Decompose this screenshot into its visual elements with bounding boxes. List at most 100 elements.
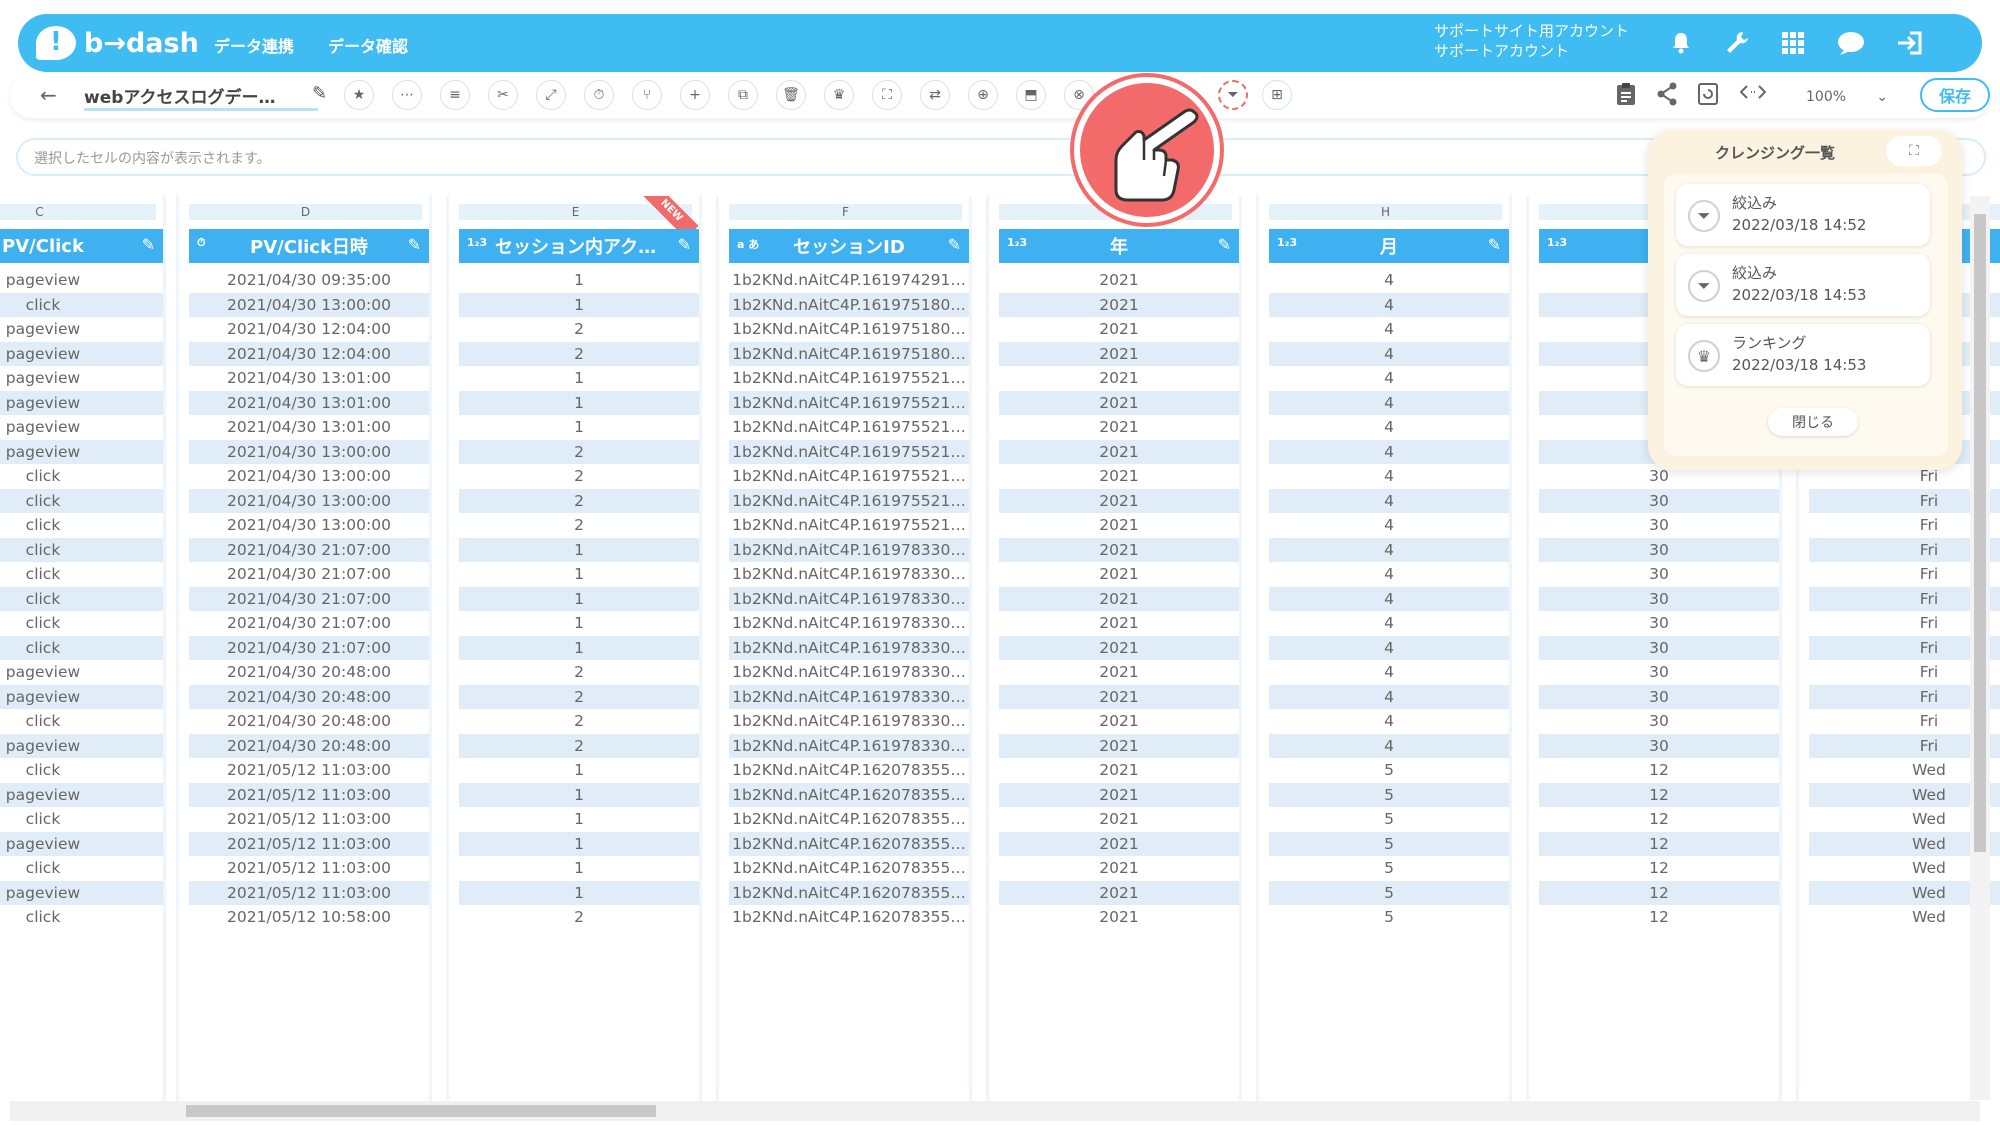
table-cell[interactable]: 12 — [1539, 807, 1779, 831]
table-cell[interactable]: 1b2KNd.nAitC4P.161978330… — [729, 611, 969, 635]
table-cell[interactable]: 1b2KNd.nAitC4P.161975521… — [729, 464, 969, 488]
table-cell[interactable]: 2021/05/12 11:03:00 — [189, 807, 429, 831]
table-cell[interactable]: 1b2KNd.nAitC4P.161978330… — [729, 684, 969, 709]
favorite-icon[interactable]: ★ — [344, 80, 374, 110]
table-cell[interactable]: 1b2KNd.nAitC4P.161978330… — [729, 562, 969, 586]
table-cell[interactable]: click — [0, 537, 163, 562]
table-cell[interactable]: 2021 — [999, 586, 1239, 611]
table-cell[interactable]: 5 — [1269, 758, 1509, 782]
table-cell[interactable]: 2021 — [999, 537, 1239, 562]
table-cell[interactable]: 2021 — [999, 317, 1239, 341]
table-cell[interactable]: pageview — [0, 390, 163, 415]
table-cell[interactable]: 2021 — [999, 513, 1239, 537]
edit-column-icon[interactable]: ✎ — [1218, 235, 1231, 254]
table-cell[interactable]: 2021/04/30 21:07:00 — [189, 635, 429, 660]
table-cell[interactable]: 2021 — [999, 782, 1239, 807]
table-cell[interactable]: 1 — [459, 635, 699, 660]
table-cell[interactable]: 5 — [1269, 905, 1509, 929]
delete-icon[interactable]: 🗑 — [776, 80, 806, 110]
table-cell[interactable]: 4 — [1269, 684, 1509, 709]
table-cell[interactable]: 2021/04/30 13:00:00 — [189, 488, 429, 513]
table-cell[interactable]: 2 — [459, 464, 699, 488]
table-cell[interactable]: 30 — [1539, 537, 1779, 562]
table-cell[interactable]: 2 — [459, 317, 699, 341]
table-cell[interactable]: 1b2KNd.nAitC4P.161975521… — [729, 513, 969, 537]
table-cell[interactable]: 2021 — [999, 611, 1239, 635]
table-cell[interactable]: 12 — [1539, 782, 1779, 807]
table-cell[interactable]: 1 — [459, 807, 699, 831]
bdash-logo[interactable]: b→dash — [36, 22, 199, 64]
table-cell[interactable]: 1 — [459, 562, 699, 586]
table-cell[interactable]: 2021 — [999, 464, 1239, 488]
table-cell[interactable]: 4 — [1269, 635, 1509, 660]
table-cell[interactable]: 2021/05/12 11:03:00 — [189, 758, 429, 782]
table-cell[interactable]: 2021/04/30 13:00:00 — [189, 439, 429, 464]
table-cell[interactable]: 4 — [1269, 562, 1509, 586]
table-cell[interactable]: 1b2KNd.nAitC4P.161978330… — [729, 660, 969, 684]
table-cell[interactable]: 2021/04/30 20:48:00 — [189, 733, 429, 758]
edit-column-icon[interactable]: ✎ — [408, 235, 421, 254]
table-cell[interactable]: 5 — [1269, 880, 1509, 905]
table-cell[interactable]: 1 — [459, 586, 699, 611]
file-name-field[interactable]: webアクセスログデー… — [84, 83, 318, 111]
table-cell[interactable]: 2021/04/30 21:07:00 — [189, 562, 429, 586]
table-cell[interactable]: pageview — [0, 415, 163, 439]
table-cell[interactable]: pageview — [0, 733, 163, 758]
table-cell[interactable]: 2021/04/30 13:00:00 — [189, 464, 429, 488]
table-cell[interactable]: 1 — [459, 292, 699, 317]
table-cell[interactable]: 4 — [1269, 488, 1509, 513]
table-cell[interactable]: 4 — [1269, 611, 1509, 635]
table-cell[interactable]: 4 — [1269, 317, 1509, 341]
table-cell[interactable]: 4 — [1269, 709, 1509, 733]
add-column-icon[interactable]: + — [680, 80, 710, 110]
table-cell[interactable]: 2021 — [999, 366, 1239, 390]
menu-data-integration[interactable]: データ連携 — [214, 33, 294, 57]
table-cell[interactable]: 1b2KNd.nAitC4P.161975521… — [729, 415, 969, 439]
table-cell[interactable]: 1b2KNd.nAitC4P.162078355… — [729, 807, 969, 831]
table-cell[interactable]: 1 — [459, 782, 699, 807]
table-cell[interactable]: 2 — [459, 684, 699, 709]
table-cell[interactable]: 2021/04/30 12:04:00 — [189, 341, 429, 366]
wrench-icon[interactable] — [1722, 28, 1752, 58]
column-header[interactable]: 1₂3 月 ✎ — [1269, 229, 1509, 263]
convert-icon[interactable]: ⇄ — [920, 80, 950, 110]
table-cell[interactable]: pageview — [0, 317, 163, 341]
table-cell[interactable]: 12 — [1539, 758, 1779, 782]
table-cell[interactable]: 2021 — [999, 660, 1239, 684]
table-cell[interactable]: 4 — [1269, 292, 1509, 317]
table-cell[interactable]: 2021/04/30 13:00:00 — [189, 292, 429, 317]
table-cell[interactable]: pageview — [0, 341, 163, 366]
table-cell[interactable]: 1b2KNd.nAitC4P.161978330… — [729, 733, 969, 758]
column-header[interactable]: 1₂3 年 ✎ — [999, 229, 1239, 263]
table-cell[interactable]: 2021 — [999, 341, 1239, 366]
table-cell[interactable]: 30 — [1539, 586, 1779, 611]
table-cell[interactable]: 2021 — [999, 709, 1239, 733]
table-cell[interactable]: 2021/04/30 12:04:00 — [189, 317, 429, 341]
list-icon[interactable]: ≡ — [440, 80, 470, 110]
column-letter[interactable]: D — [189, 204, 422, 220]
table-cell[interactable]: 1 — [459, 880, 699, 905]
table-cell[interactable]: 4 — [1269, 660, 1509, 684]
table-cell[interactable]: click — [0, 635, 163, 660]
column-header[interactable]: a あ セッションID ✎ — [729, 229, 969, 263]
cleansing-item-ranking[interactable]: ♛ ランキング 2022/03/18 14:53 — [1676, 324, 1930, 386]
table-cell[interactable]: 2021 — [999, 268, 1239, 292]
table-cell[interactable]: 4 — [1269, 268, 1509, 292]
column-letter[interactable]: F — [729, 204, 962, 220]
logout-icon[interactable] — [1896, 28, 1926, 58]
table-cell[interactable]: 5 — [1269, 831, 1509, 856]
table-cell[interactable]: pageview — [0, 684, 163, 709]
table-cell[interactable]: click — [0, 611, 163, 635]
table-cell[interactable]: 30 — [1539, 684, 1779, 709]
table-cell[interactable]: 2021/04/30 20:48:00 — [189, 709, 429, 733]
table-cell[interactable]: 1b2KNd.nAitC4P.162078355… — [729, 905, 969, 929]
table-cell[interactable]: 2021/04/30 21:07:00 — [189, 537, 429, 562]
table-cell[interactable]: 2 — [459, 488, 699, 513]
table-cell[interactable]: pageview — [0, 880, 163, 905]
table-cell[interactable]: click — [0, 292, 163, 317]
table-cell[interactable]: 1 — [459, 390, 699, 415]
table-cell[interactable]: 1b2KNd.nAitC4P.162078355… — [729, 856, 969, 880]
close-button[interactable]: 閉じる — [1768, 408, 1858, 436]
column-header[interactable]: ⏱ PV/Click日時 ✎ — [189, 229, 429, 263]
clipboard-icon[interactable] — [1616, 82, 1636, 111]
